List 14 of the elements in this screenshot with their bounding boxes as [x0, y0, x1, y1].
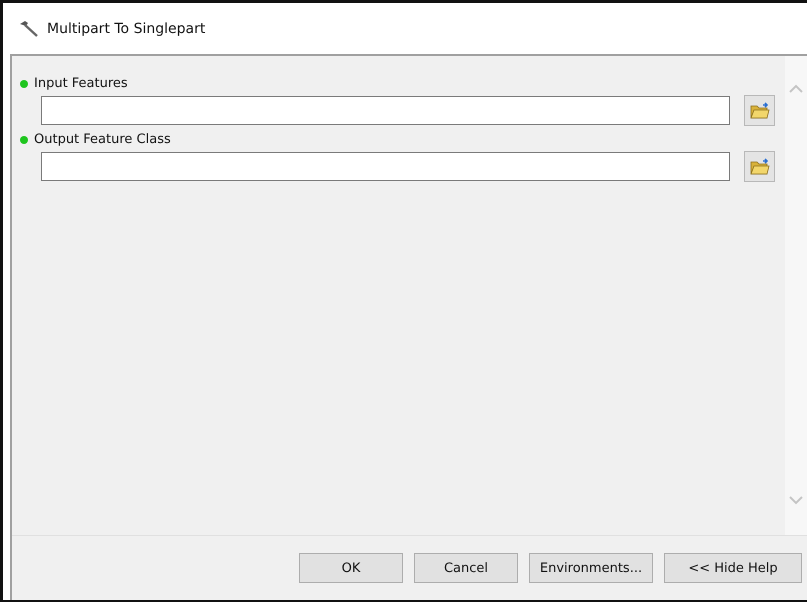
dialog-button[interactable]: Environments... [529, 553, 653, 583]
dialog-button[interactable]: Cancel [414, 553, 518, 583]
folder-icon [750, 102, 770, 120]
folder-icon [750, 158, 770, 176]
dialog-button[interactable]: OK [299, 553, 403, 583]
parameter-label: Input Features [34, 76, 128, 91]
browse-button[interactable] [744, 151, 775, 182]
hammer-icon [19, 20, 39, 38]
input-field[interactable] [41, 152, 730, 181]
browse-button[interactable] [744, 95, 775, 126]
window-title: Multipart To Singlepart [47, 20, 206, 36]
parameter-label: Output Feature Class [34, 132, 171, 147]
input-field[interactable] [41, 96, 730, 125]
dialog-button[interactable]: << Hide Help [664, 553, 802, 583]
